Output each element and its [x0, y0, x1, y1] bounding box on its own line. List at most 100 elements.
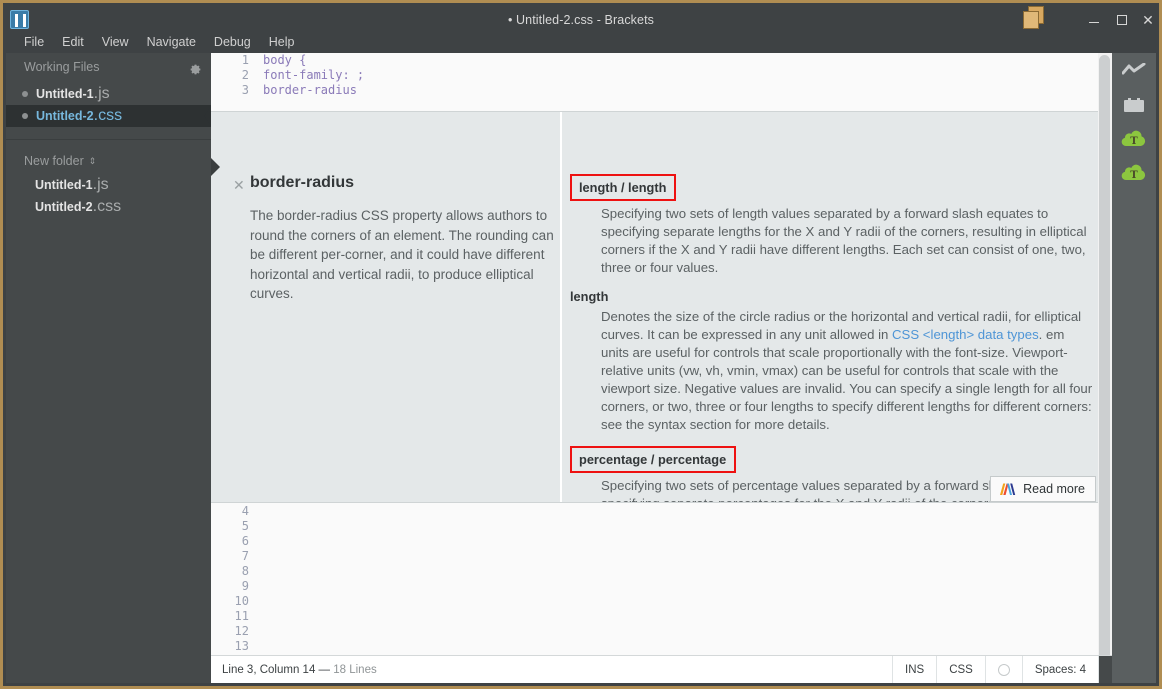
line-number: 1 [241, 53, 249, 67]
minimize-icon [1089, 22, 1099, 23]
menu-item-debug[interactable]: Debug [205, 33, 260, 51]
status-indent[interactable]: Spaces: 4 [1021, 656, 1098, 683]
folder-icon[interactable] [1022, 6, 1048, 32]
project-file-item-untitled-2-css[interactable]: Untitled-2 .css [6, 196, 211, 218]
cloud-upload-icon-svg: T [1121, 130, 1146, 147]
page-title: border-radius [250, 174, 355, 191]
extension-manager-icon-svg [1124, 97, 1144, 112]
code-line: 10 [211, 594, 1112, 609]
code-line: 8 [211, 564, 1112, 579]
svg-text:T: T [1130, 170, 1138, 181]
close-icon[interactable]: ✕ [233, 178, 245, 192]
doc-body-length-part2: . em units are useful for controls that … [601, 327, 1093, 432]
read-more-button[interactable]: Read more [990, 476, 1096, 502]
busy-indicator-icon [997, 663, 1010, 676]
gear-icon[interactable] [189, 63, 202, 76]
code-line: 5 [211, 519, 1112, 534]
sidebar: Working Files Untitled-1 .js Untitled-2 .c… [6, 53, 211, 683]
project-name: New folder [24, 154, 84, 168]
project-file-name: Untitled-2 [35, 200, 93, 214]
extension-manager-icon[interactable] [1112, 87, 1156, 121]
project-file-ext: .css [92, 198, 122, 215]
widget-pointer-icon [211, 158, 220, 176]
line-number: 9 [241, 579, 249, 593]
doc-term-percentage-percentage: percentage / percentage [570, 446, 737, 473]
code-line: 4 [211, 504, 1112, 519]
line-number: 5 [241, 519, 249, 533]
minimize-button[interactable] [1081, 10, 1107, 30]
line-number: 3 [241, 83, 249, 97]
working-files-title: Working Files [24, 60, 100, 74]
working-file-item-untitled-1-js[interactable]: Untitled-1 .js [6, 83, 211, 105]
status-insert-mode[interactable]: INS [892, 656, 936, 683]
css-length-data-types-link[interactable]: CSS <length> data types [892, 327, 1039, 342]
menu-item-help[interactable]: Help [260, 33, 304, 51]
unsaved-dot-icon [22, 113, 28, 119]
project-file-name: Untitled-1 [35, 178, 93, 192]
mdn-icon [999, 482, 1016, 497]
doc-body-length-length: Specifying two sets of length values sep… [601, 206, 1087, 275]
working-files-header: Working Files [6, 53, 211, 83]
editor-area: 1 body { 2 font-family: ; 3 border-radiu… [211, 53, 1112, 683]
menu-bar: File Edit View Navigate Debug Help [3, 31, 303, 53]
quick-docs-description: The border-radius CSS property allows au… [250, 208, 554, 301]
close-button[interactable]: ✕ [1135, 10, 1161, 30]
status-line-count: 18 Lines [333, 663, 377, 676]
code-pane-top[interactable]: 1 body { 2 font-family: ; 3 border-radiu… [211, 53, 1112, 111]
menu-item-edit[interactable]: Edit [53, 33, 93, 51]
status-busy-indicator [984, 656, 1022, 683]
live-preview-icon-svg [1122, 63, 1146, 75]
doc-term-length-length: length / length [570, 174, 677, 201]
doc-body-length: Denotes the size of the circle radius or… [601, 308, 1094, 434]
read-more-label: Read more [1023, 482, 1085, 496]
folder-icon-front [1023, 11, 1039, 29]
chevron-updown-icon: ⇕ [88, 155, 97, 166]
code-line: 13 [211, 639, 1112, 654]
live-preview-icon[interactable] [1112, 53, 1156, 87]
quick-docs-summary: border-radius The border-radius CSS prop… [250, 174, 560, 304]
cloud-upload-icon[interactable]: T [1112, 121, 1156, 155]
unsaved-dot-icon [22, 91, 28, 97]
menu-item-view[interactable]: View [93, 33, 138, 51]
line-number: 6 [241, 534, 249, 548]
line-text: body { [263, 53, 307, 67]
cloud-upload-icon-svg: T [1121, 164, 1146, 181]
status-language[interactable]: CSS [936, 656, 985, 683]
maximize-button[interactable] [1109, 10, 1135, 30]
svg-text:T: T [1130, 136, 1138, 147]
line-number: 13 [234, 639, 249, 653]
editor-scrollbar[interactable] [1098, 53, 1112, 673]
line-number: 12 [234, 624, 249, 638]
working-file-name: Untitled-2 [36, 109, 94, 123]
menu-item-navigate[interactable]: Navigate [138, 33, 205, 51]
working-file-ext: .js [93, 85, 110, 102]
cloud-upload-icon[interactable]: T [1112, 155, 1156, 189]
code-line: 6 [211, 534, 1112, 549]
divider [560, 112, 562, 502]
doc-term-length: length [570, 289, 609, 304]
code-line: 11 [211, 609, 1112, 624]
window-title: • Untitled-2.css - Brackets [507, 13, 654, 27]
status-bar: Line 3, Column 14 — 18 Lines INS CSS Spa… [211, 655, 1112, 683]
project-file-item-untitled-1-js[interactable]: Untitled-1 .js [6, 174, 211, 196]
sidebar-divider [6, 139, 211, 140]
gear-icon-svg [190, 64, 201, 75]
quick-docs-widget: ✕ border-radius The border-radius CSS pr… [211, 111, 1112, 503]
menu-item-file[interactable]: File [15, 33, 53, 51]
project-header[interactable]: New folder ⇕ [6, 148, 211, 174]
working-file-item-untitled-2-css[interactable]: Untitled-2 .css [6, 105, 211, 127]
status-cursor-position: Line 3, Column 14 — 18 Lines [222, 664, 377, 676]
code-line: 3 border-radius [211, 83, 1112, 98]
line-text: border-radius [263, 83, 357, 97]
mdn-icon-svg [1000, 483, 1016, 495]
code-line: 12 [211, 624, 1112, 639]
line-number: 4 [241, 504, 249, 518]
working-file-name: Untitled-1 [36, 87, 94, 101]
status-bar-end-cap [1098, 656, 1112, 683]
quick-docs-details[interactable]: length / length Specifying two sets of l… [570, 174, 1094, 502]
editor-scrollbar-thumb[interactable] [1099, 55, 1110, 673]
code-pane-bottom[interactable]: 4 5 6 7 8 9 10 11 12 13 [211, 504, 1112, 655]
status-cursor-text: Line 3, Column 14 — [222, 663, 334, 676]
working-file-ext: .css [93, 107, 123, 124]
line-number: 7 [241, 549, 249, 563]
